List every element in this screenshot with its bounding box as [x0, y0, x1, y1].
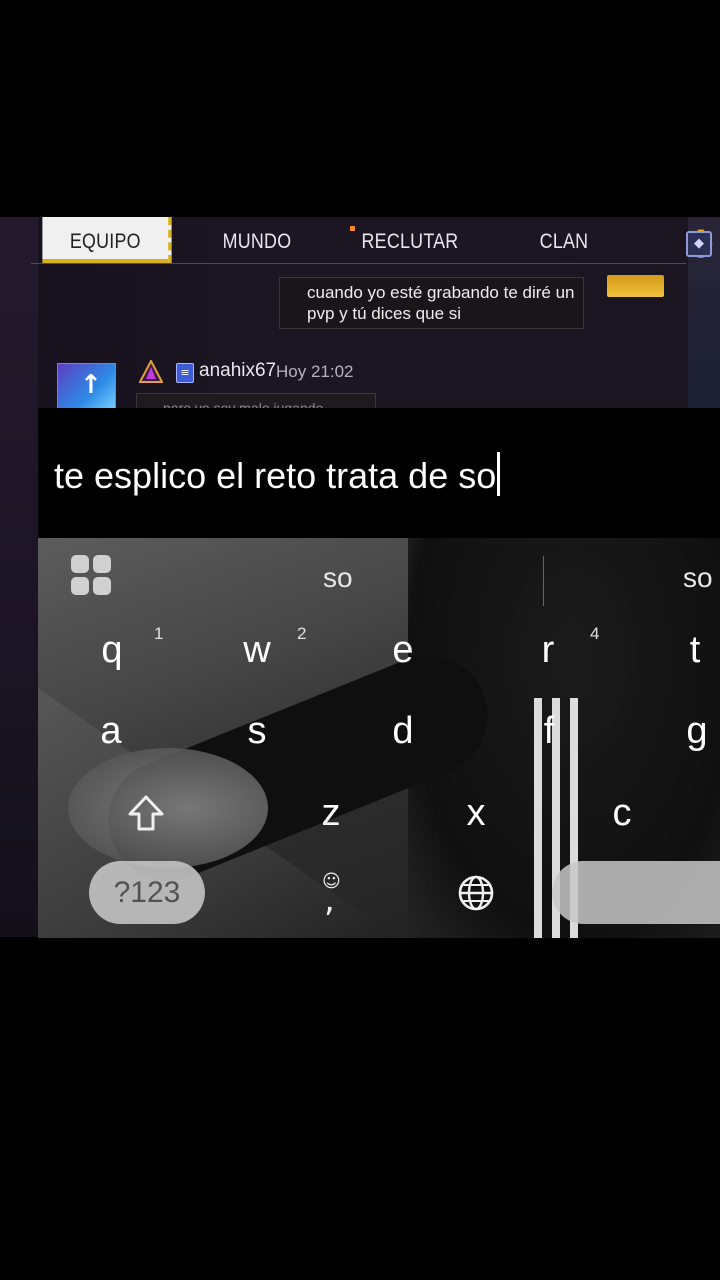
input-value: te esplico el reto trata de so	[54, 455, 497, 496]
level-badge-icon: ≡	[176, 363, 194, 383]
rank-icon	[139, 360, 163, 383]
message-input[interactable]: te esplico el reto trata de so	[54, 452, 501, 497]
key-q[interactable]: q	[82, 629, 142, 672]
comma-label: ,	[324, 880, 335, 920]
key-x[interactable]: x	[446, 792, 506, 835]
key-d[interactable]: d	[373, 710, 433, 753]
symbols-key[interactable]: ?123	[89, 861, 205, 924]
suggestion-1[interactable]: so	[323, 562, 353, 594]
key-e[interactable]: e	[373, 629, 433, 672]
tab-equipo[interactable]: EQUIPO	[42, 217, 172, 263]
own-avatar[interactable]	[607, 275, 664, 297]
key-a[interactable]: a	[81, 710, 141, 753]
key-w[interactable]: w	[227, 629, 287, 672]
key-w-hint: 2	[297, 624, 307, 643]
tab-reclutar[interactable]: RECLUTAR	[347, 217, 473, 263]
suggestion-divider	[543, 556, 544, 606]
avatar-figure-icon: ↑	[80, 370, 102, 400]
text-input-area[interactable]: te esplico el reto trata de so	[38, 408, 720, 538]
key-t[interactable]: t	[665, 629, 720, 672]
space-key[interactable]	[552, 861, 720, 924]
key-s[interactable]: s	[227, 710, 287, 753]
shift-icon[interactable]	[127, 794, 165, 832]
username[interactable]: anahix67	[199, 360, 276, 382]
apps-grid-icon[interactable]	[71, 555, 113, 597]
chat-tab-bar: EQUIPO MUNDO RECLUTAR CLAN ❯	[31, 217, 716, 264]
key-z[interactable]: z	[301, 792, 361, 835]
own-message-bubble: cuando yo esté grabando te diré un pvp y…	[279, 277, 584, 329]
user-avatar[interactable]: ↑	[57, 363, 116, 413]
key-c[interactable]: c	[592, 792, 652, 835]
comma-emoji-key[interactable]: ☺ ,	[316, 868, 346, 920]
text-caret	[497, 452, 501, 496]
tab-mundo[interactable]: MUNDO	[195, 217, 319, 263]
tab-clan[interactable]: CLAN	[505, 217, 624, 263]
key-q-hint: 1	[154, 624, 164, 643]
diamond-icon[interactable]: ◆	[686, 231, 712, 257]
keyboard-background-hand	[68, 748, 268, 868]
key-g[interactable]: g	[667, 710, 720, 753]
keyboard: so so q 1 w 2 e r 4 t a s d f g z x c ?1…	[38, 538, 720, 938]
key-r[interactable]: r	[518, 629, 578, 672]
globe-icon[interactable]	[457, 874, 495, 912]
key-f[interactable]: f	[519, 710, 579, 753]
message-time: Hoy 21:02	[276, 362, 354, 381]
suggestion-2[interactable]: so	[683, 562, 713, 594]
key-r-hint: 4	[590, 624, 600, 643]
